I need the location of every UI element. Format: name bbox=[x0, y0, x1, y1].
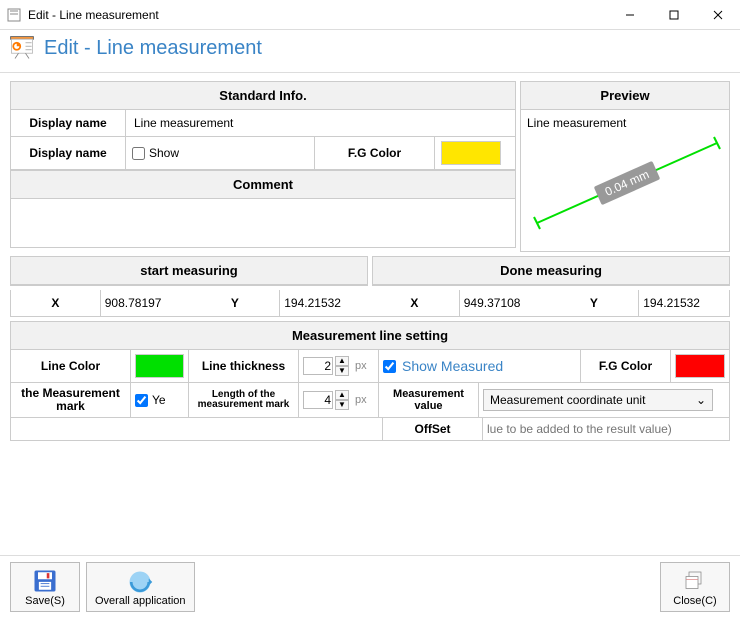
measurement-mark-label: the Measurement mark bbox=[11, 383, 131, 417]
fg-color-swatch[interactable] bbox=[441, 141, 501, 165]
px-unit: px bbox=[355, 360, 367, 372]
mark-check-text: Ye bbox=[152, 393, 166, 407]
offset-input[interactable] bbox=[487, 422, 717, 436]
start-measuring-section: start measuring bbox=[10, 256, 368, 286]
maximize-button[interactable] bbox=[652, 0, 696, 30]
line-thickness-label: Line thickness bbox=[189, 350, 299, 382]
mark-length-label: Length of the measurement mark bbox=[189, 383, 299, 417]
presentation-icon bbox=[8, 34, 36, 62]
page-title: Edit - Line measurement bbox=[44, 37, 262, 60]
fg-color-label: F.G Color bbox=[315, 137, 435, 169]
done-measuring-title: Done measuring bbox=[373, 257, 729, 285]
measurement-value-selected: Measurement coordinate unit bbox=[490, 393, 645, 407]
mark-checkbox[interactable] bbox=[135, 394, 148, 407]
start-x-label: X bbox=[11, 290, 101, 316]
standard-info-title: Standard Info. bbox=[11, 82, 515, 110]
preview-title: Preview bbox=[521, 82, 729, 110]
measurement-setting-title: Measurement line setting bbox=[11, 322, 729, 350]
close-btn-icon bbox=[681, 567, 709, 595]
done-y-label: Y bbox=[550, 290, 640, 316]
line-color-label: Line Color bbox=[11, 350, 131, 382]
maximize-icon bbox=[669, 10, 679, 20]
overall-application-button[interactable]: Overall application bbox=[86, 562, 195, 612]
app-icon bbox=[6, 7, 22, 23]
minimize-icon bbox=[625, 10, 635, 20]
start-y-input[interactable] bbox=[284, 296, 366, 310]
show-checkbox-input[interactable] bbox=[132, 147, 145, 160]
mark-length-spinner[interactable]: ▲ ▼ px bbox=[303, 390, 367, 410]
save-button[interactable]: Save(S) bbox=[10, 562, 80, 612]
overall-icon bbox=[126, 568, 154, 596]
preview-section: Preview Line measurement 0.04 mm bbox=[520, 81, 730, 252]
px-unit2: px bbox=[355, 394, 367, 406]
show-checkbox[interactable]: Show bbox=[132, 146, 179, 160]
measurement-value-label: Measurement value bbox=[379, 383, 479, 417]
close-button[interactable]: Close(C) bbox=[660, 562, 730, 612]
start-y-label: Y bbox=[191, 290, 281, 316]
done-x-label: X bbox=[370, 290, 460, 316]
measurement-line-setting-section: Measurement line setting Line Color Line… bbox=[10, 321, 730, 441]
fg-color2-swatch[interactable] bbox=[675, 354, 725, 378]
displayname2-label: Display name bbox=[11, 137, 126, 169]
close-window-button[interactable] bbox=[696, 0, 740, 30]
minimize-button[interactable] bbox=[608, 0, 652, 30]
line-color-swatch[interactable] bbox=[135, 354, 184, 378]
offset-label: OffSet bbox=[383, 418, 483, 440]
window-titlebar: Edit - Line measurement bbox=[0, 0, 740, 30]
comment-title: Comment bbox=[11, 170, 515, 199]
displayname-input[interactable] bbox=[132, 114, 509, 132]
coordinates-row: X Y X Y bbox=[10, 290, 730, 317]
show-measured-label: Show Measured bbox=[402, 358, 503, 374]
measurement-value-select[interactable]: Measurement coordinate unit ⌄ bbox=[483, 389, 713, 411]
marklen-down-button[interactable]: ▼ bbox=[335, 400, 349, 410]
line-thickness-spinner[interactable]: ▲ ▼ px bbox=[303, 356, 367, 376]
close-label: Close(C) bbox=[673, 595, 716, 607]
done-y-input[interactable] bbox=[643, 296, 725, 310]
svg-text:0.04 mm: 0.04 mm bbox=[603, 167, 651, 199]
line-thickness-input[interactable] bbox=[303, 357, 333, 375]
displayname-label: Display name bbox=[11, 110, 126, 136]
mark-length-input[interactable] bbox=[303, 391, 333, 409]
chevron-down-icon: ⌄ bbox=[696, 393, 706, 407]
overall-label: Overall application bbox=[95, 596, 186, 607]
window-title: Edit - Line measurement bbox=[28, 8, 608, 22]
done-measuring-section: Done measuring bbox=[372, 256, 730, 286]
comment-input[interactable] bbox=[17, 214, 509, 232]
show-label: Show bbox=[149, 146, 179, 160]
thickness-up-button[interactable]: ▲ bbox=[335, 356, 349, 366]
thickness-down-button[interactable]: ▼ bbox=[335, 366, 349, 376]
close-icon bbox=[713, 10, 723, 20]
save-icon bbox=[31, 567, 59, 595]
save-label: Save(S) bbox=[25, 595, 65, 607]
start-x-input[interactable] bbox=[105, 296, 187, 310]
start-measuring-title: start measuring bbox=[11, 257, 367, 285]
fg-color2-label: F.G Color bbox=[581, 350, 671, 382]
done-x-input[interactable] bbox=[464, 296, 546, 310]
footer-toolbar: Save(S) Overall application Close(C) bbox=[0, 555, 740, 618]
preview-canvas: Line measurement 0.04 mm bbox=[521, 110, 729, 242]
preview-line-icon: 0.04 mm bbox=[527, 128, 722, 238]
show-measured-checkbox[interactable] bbox=[383, 360, 396, 373]
standard-info-section: Standard Info. Display name Display name… bbox=[10, 81, 516, 248]
marklen-up-button[interactable]: ▲ bbox=[335, 390, 349, 400]
page-header: Edit - Line measurement bbox=[0, 30, 740, 73]
